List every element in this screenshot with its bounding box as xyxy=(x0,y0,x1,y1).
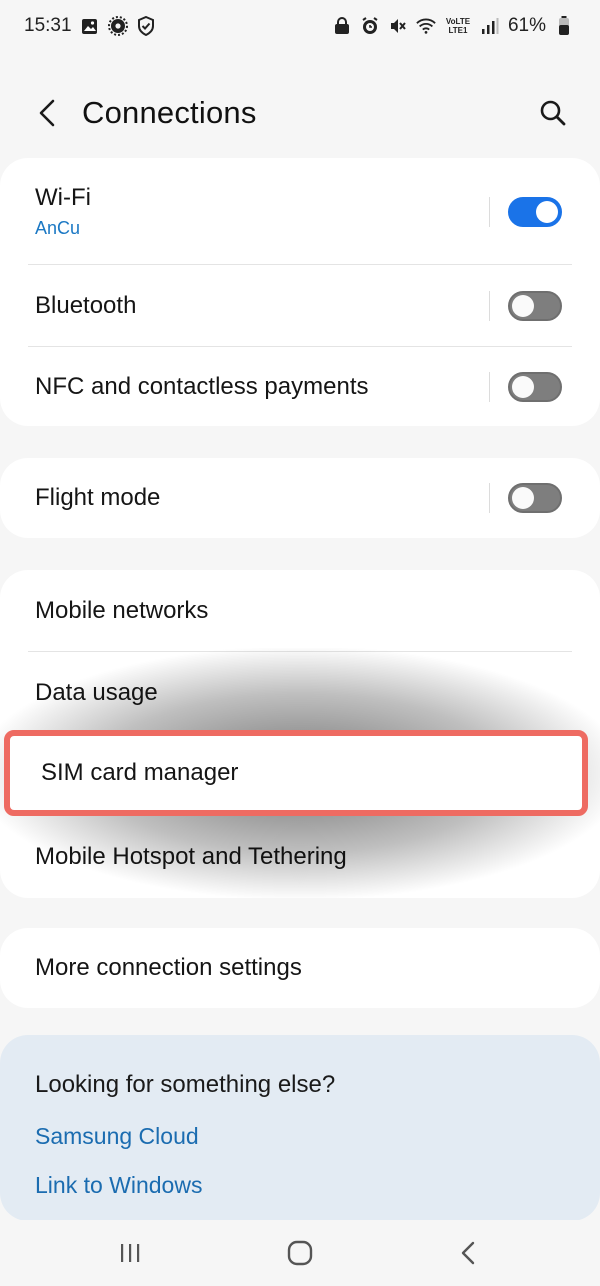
mobile-networks-label: Mobile networks xyxy=(35,597,209,624)
bluetooth-label: Bluetooth xyxy=(35,292,137,319)
toggle-knob xyxy=(512,487,534,509)
nfc-row[interactable]: NFC and contactless payments xyxy=(0,347,600,426)
suggestions-title: Looking for something else? xyxy=(35,1071,336,1098)
recents-button[interactable] xyxy=(100,1228,160,1278)
hotspot-row[interactable]: Mobile Hotspot and Tethering xyxy=(0,816,600,898)
connections-card-2: Flight mode xyxy=(0,458,600,538)
wifi-icon xyxy=(416,16,436,36)
divider-vertical xyxy=(489,291,490,321)
wifi-toggle[interactable] xyxy=(508,196,562,227)
toggle-knob xyxy=(536,200,558,223)
battery-icon xyxy=(554,16,574,36)
home-icon xyxy=(287,1240,313,1266)
flight-mode-label: Flight mode xyxy=(35,484,161,511)
samsung-cloud-link[interactable]: Samsung Cloud xyxy=(35,1123,565,1150)
search-icon xyxy=(540,100,566,126)
connections-card-1: Wi-Fi AnCu Bluetooth NFC and contactless… xyxy=(0,158,600,426)
nfc-toggle[interactable] xyxy=(508,371,562,402)
bluetooth-toggle[interactable] xyxy=(508,291,562,321)
back-button[interactable] xyxy=(30,93,64,133)
flight-mode-toggle[interactable] xyxy=(508,483,562,513)
back-nav-button[interactable] xyxy=(438,1228,498,1278)
wifi-label: Wi-Fi xyxy=(35,184,91,211)
toggle-knob xyxy=(512,375,534,398)
connections-card-4: More connection settings xyxy=(0,928,600,1008)
flight-mode-row[interactable]: Flight mode xyxy=(0,458,600,538)
recents-icon xyxy=(121,1244,140,1262)
link-to-windows-link[interactable]: Link to Windows xyxy=(35,1172,565,1199)
toggle-knob xyxy=(512,295,534,317)
status-time: 15:31 xyxy=(24,15,72,36)
wifi-text: Wi-Fi AnCu xyxy=(35,184,91,239)
status-right: VoLTE LTE1 61% xyxy=(332,15,574,37)
back-nav-icon xyxy=(461,1241,475,1265)
sim-card-manager-label: SIM card manager xyxy=(41,759,239,786)
app-header: Connections xyxy=(0,80,600,146)
wifi-network-name: AnCu xyxy=(35,218,81,238)
lock-icon xyxy=(332,16,352,36)
more-settings-row[interactable]: More connection settings xyxy=(0,928,600,1008)
settings-gear-icon xyxy=(107,16,128,36)
gallery-icon xyxy=(80,16,100,36)
volte-text: VoLTE LTE1 xyxy=(445,17,471,35)
divider-vertical xyxy=(489,371,490,402)
mute-icon xyxy=(388,16,408,36)
data-usage-row[interactable]: Data usage xyxy=(0,652,600,734)
status-bar: 15:31 VoLTE LTE1 61% xyxy=(0,0,600,52)
bluetooth-row[interactable]: Bluetooth xyxy=(0,265,600,347)
battery-percent: 61% xyxy=(507,15,546,36)
status-left: 15:31 xyxy=(24,15,156,37)
shield-check-icon xyxy=(136,16,156,36)
sim-card-manager-row[interactable]: SIM card manager xyxy=(4,730,588,816)
divider-vertical xyxy=(489,483,490,513)
wifi-row[interactable]: Wi-Fi AnCu xyxy=(0,158,600,265)
signal-icon xyxy=(480,16,500,36)
data-usage-label: Data usage xyxy=(35,679,158,706)
suggestions-card: Looking for something else? Samsung Clou… xyxy=(0,1035,600,1221)
mobile-networks-row[interactable]: Mobile networks xyxy=(0,570,600,652)
volte-lte-icon: VoLTE LTE1 xyxy=(444,16,472,36)
nfc-label: NFC and contactless payments xyxy=(35,372,369,400)
alarm-icon xyxy=(360,16,380,36)
more-settings-label: More connection settings xyxy=(35,954,302,981)
hotspot-label: Mobile Hotspot and Tethering xyxy=(35,843,347,870)
back-chevron-icon xyxy=(39,99,55,127)
divider-vertical xyxy=(489,196,490,227)
search-button[interactable] xyxy=(536,93,570,133)
page-title: Connections xyxy=(82,95,257,130)
home-button[interactable] xyxy=(270,1228,330,1278)
navigation-bar xyxy=(0,1220,600,1286)
